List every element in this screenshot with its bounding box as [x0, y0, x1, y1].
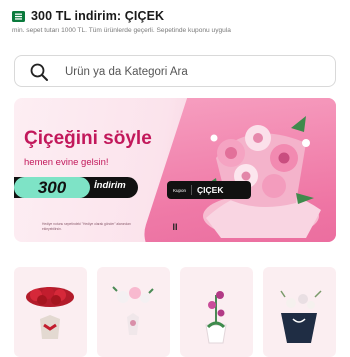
category-tile-white-flowers[interactable]	[97, 267, 170, 357]
coupon-banner[interactable]: 300 TL indirim: ÇIÇEK min. sepet tutarı …	[0, 0, 350, 44]
category-tile-roses[interactable]	[14, 267, 87, 357]
category-tile-flower-box[interactable]	[263, 267, 336, 357]
flower-bouquet-image	[201, 116, 321, 238]
coupon-title: 300 TL indirim: ÇIÇEK	[31, 9, 165, 23]
coupon-label: Kupon	[173, 187, 187, 193]
search-input[interactable]	[65, 62, 325, 82]
flower-box-icon	[280, 290, 322, 343]
ticket-icon	[12, 10, 25, 22]
search-bar[interactable]	[14, 55, 336, 87]
promo-banner[interactable]: Çiçeğini söyle hemen evine gelsin! 300 İ…	[14, 98, 336, 242]
discount-word: İndirim	[94, 180, 126, 191]
banner-subline: hemen evine gelsin!	[24, 157, 109, 168]
coupon-description: min. sepet tutarı 1000 TL. Tüm ürünlerde…	[12, 27, 231, 34]
search-icon[interactable]	[29, 62, 49, 82]
banner-headline: Çiçeğini söyle	[24, 128, 152, 149]
category-tile-orchids[interactable]	[180, 267, 253, 357]
category-row	[14, 267, 336, 357]
banner-fine-print: Hediye notunu sepetindeki "Hediye olarak…	[42, 222, 131, 231]
discount-amount: 300	[14, 177, 90, 198]
coupon-title-row: 300 TL indirim: ÇIÇEK	[12, 9, 164, 23]
red-roses-bouquet-icon	[26, 287, 74, 339]
coupon-code-badge: Kupon ÇIÇEK	[167, 181, 251, 199]
pause-icon[interactable]: II	[166, 218, 184, 236]
orchid-pot-icon	[205, 291, 227, 344]
coupon-code: ÇIÇEK	[191, 185, 223, 195]
white-flower-bouquet-icon	[112, 286, 154, 335]
